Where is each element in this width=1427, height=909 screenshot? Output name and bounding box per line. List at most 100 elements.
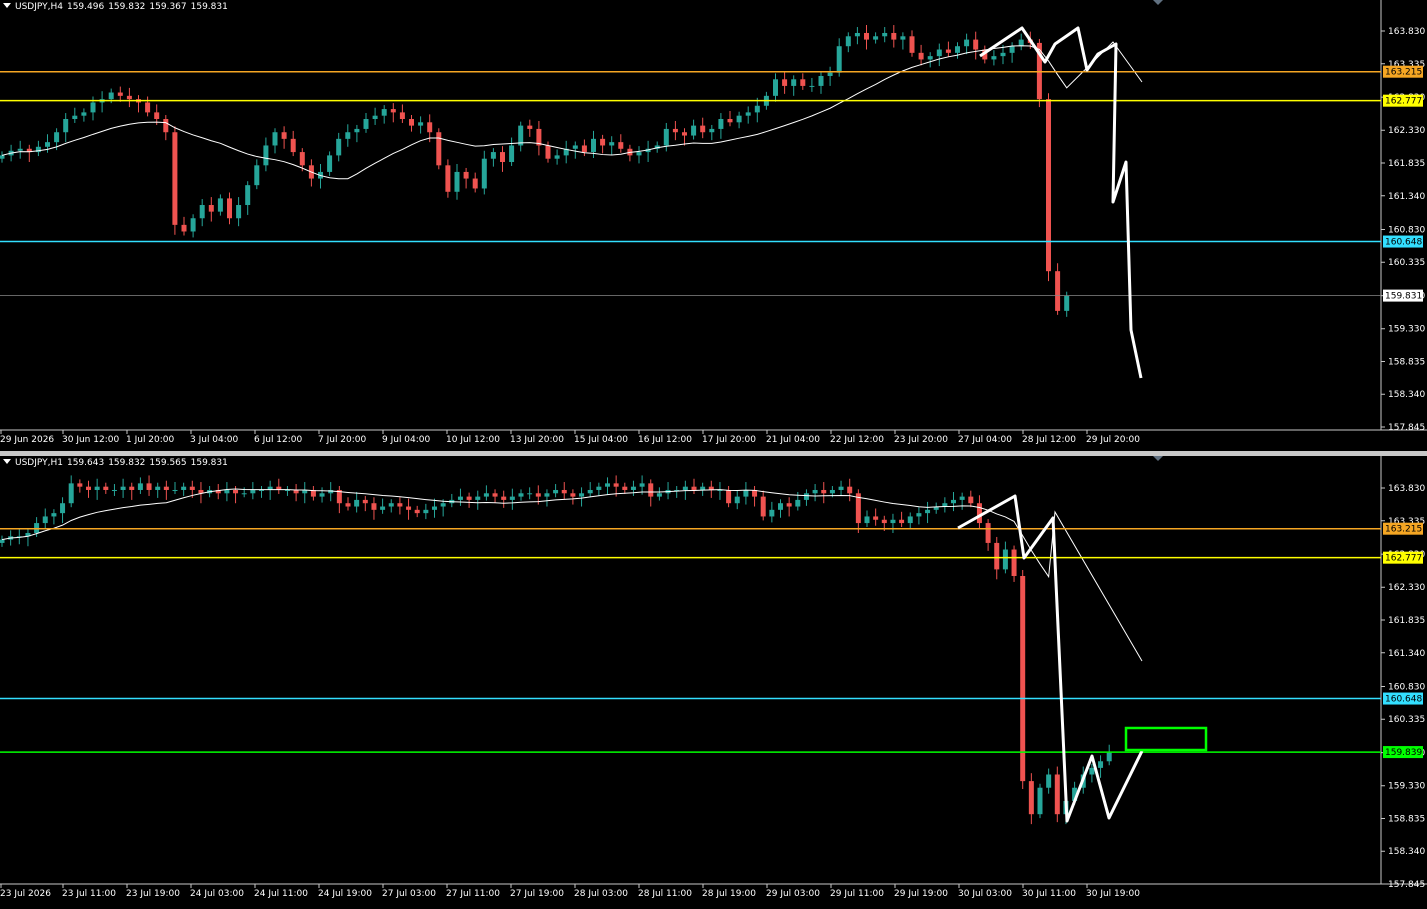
time-tick-label: 27 Jul 11:00 [446,889,500,899]
candle-body [354,128,360,133]
candle-body [406,506,412,510]
candle-body [227,198,232,219]
candle-body [77,483,83,487]
candle-body [899,519,905,524]
h1-chart-panel[interactable]: 163.830163.335162.830162.330161.835161.3… [0,456,1427,909]
price-tick-label: 159.330 [1388,325,1425,335]
candle-body [501,496,507,500]
candle-body [994,542,1000,570]
candle-body [423,509,429,514]
symbol-timeframe: USDJPY,H1 [15,458,63,468]
low-value: 159.367 [149,2,187,12]
drawn-zigzag-annotation[interactable] [957,494,1144,823]
candle-body [656,493,662,497]
price-tick-label: 160.830 [1388,682,1425,692]
candle-body [745,112,751,116]
candle-body [117,92,123,96]
candle-body [864,32,869,40]
candle-body [146,483,152,490]
candle-body [959,496,965,500]
price-tick-label: 160.830 [1388,225,1425,235]
candle-body [414,509,420,514]
time-tick-label: 16 Jul 12:00 [638,435,692,445]
price-tick-label: 160.335 [1388,715,1425,725]
candle-body [951,499,956,504]
candle-body [591,138,596,153]
candle-body [126,95,132,100]
candle-body [639,483,645,487]
candle-body [372,115,378,119]
candle-body [527,493,533,495]
time-tick-label: 29 Jun 2026 [0,435,54,445]
price-tick-label: 163.830 [1388,484,1425,494]
candle-body [45,142,50,147]
candle-body [436,132,442,166]
time-tick-label: 6 Jul 12:00 [254,435,303,445]
candle-body [94,486,100,490]
level-price-label: 160.648 [1385,238,1422,248]
drawn-zigzag-annotation[interactable] [979,26,1143,379]
candle-body [1009,46,1015,53]
time-tick-label: 23 Jul 11:00 [62,889,116,899]
candle-body [181,486,187,490]
candle-body [172,132,178,225]
candle-body [700,125,706,133]
time-tick-label: 30 Jun 12:00 [62,435,119,445]
candle-body [319,493,325,497]
time-tick-label: 28 Jul 11:00 [638,889,692,899]
candle-body [418,122,424,126]
candle-body [916,513,922,517]
h4-chart-panel[interactable]: 163.830163.335162.830162.330161.835161.3… [0,0,1427,451]
candle-body [778,503,783,510]
close-value: 159.831 [190,2,228,12]
time-tick-label: 10 Jul 12:00 [446,435,500,445]
time-tick-label: 29 Jul 11:00 [830,889,884,899]
candle-body [345,132,351,139]
candle-body [803,493,809,500]
candle-body [163,119,169,133]
candle-body [409,119,414,126]
chart-shift-marker-icon[interactable] [1153,0,1163,5]
candle-body [72,115,78,119]
price-tick-label: 161.340 [1388,649,1425,659]
price-tick-label: 161.340 [1388,192,1425,202]
open-value: 159.496 [66,2,105,12]
candle-body [964,39,970,47]
candle-body [345,503,351,507]
candle-body [864,516,870,524]
candle-body [490,152,496,159]
price-tick-label: 160.335 [1388,258,1425,268]
candle-body [663,128,669,146]
candle-body [481,158,487,189]
candle-body [891,32,897,40]
candle-body [241,493,247,495]
candle-body [432,506,437,510]
price-tick-label: 162.330 [1388,126,1425,136]
time-tick-label: 29 Jul 20:00 [1086,435,1140,445]
candle-body [272,132,278,146]
candle-body [609,142,615,146]
candle-body [1089,767,1095,775]
candle-body [1054,774,1060,815]
candle-body [927,56,933,60]
candle-body [63,119,69,133]
candle-body [199,205,205,219]
h1-chart-svg[interactable]: 163.830163.335162.830162.330161.835161.3… [0,456,1427,909]
collapse-triangle-icon[interactable] [3,3,11,8]
candle-body [718,119,724,129]
h4-chart-svg[interactable]: 163.830163.335162.830162.330161.835161.3… [0,0,1427,451]
candle-body [472,178,478,189]
chart-shift-marker-icon[interactable] [1153,456,1163,461]
candle-body [881,519,887,524]
candle-body [587,489,593,494]
low-value: 159.565 [149,458,187,468]
time-tick-label: 21 Jul 04:00 [766,435,820,445]
target-rectangle[interactable] [1124,726,1208,752]
candle-body [630,486,636,490]
price-tick-label: 161.835 [1388,616,1425,626]
candle-body [743,489,749,497]
collapse-triangle-icon[interactable] [3,459,11,464]
time-tick-label: 1 Jul 20:00 [126,435,175,445]
candle-body [734,496,740,504]
candle-body [791,79,797,86]
